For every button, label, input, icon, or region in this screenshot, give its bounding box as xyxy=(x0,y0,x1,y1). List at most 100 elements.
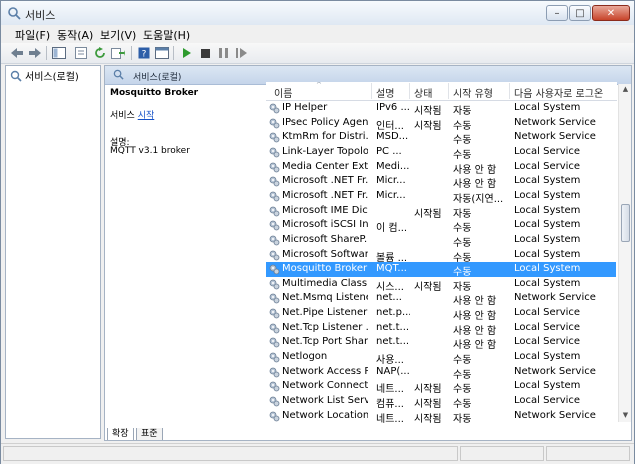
service-name-cell: Network List Servi... xyxy=(282,395,368,406)
table-row[interactable]: Microsoft iSCSI In...이 컴...수동Local Syste… xyxy=(266,218,616,234)
tree-item-services-local[interactable]: 서비스(로컬) xyxy=(10,68,79,83)
show-tree-button[interactable] xyxy=(51,45,67,61)
table-row[interactable]: Microsoft IME Dic... 시작됨 자동 Local System xyxy=(266,204,616,220)
tab-standard[interactable]: 표준 xyxy=(136,428,163,440)
table-row[interactable]: Microsoft .NET Fr... Micr... 자동(지연... Local… xyxy=(266,189,616,205)
table-row-selected[interactable]: Mosquitto Broker MQT... 수동 Local System xyxy=(266,262,616,278)
column-header-logon-as[interactable]: 다음 사용자로 로그온 xyxy=(514,85,603,100)
details-header-label: 서비스(로컬) xyxy=(133,73,182,83)
console-button[interactable] xyxy=(154,45,170,61)
services-icon xyxy=(113,69,124,80)
tab-extended[interactable]: 확장 xyxy=(107,428,134,440)
column-header-startup-type[interactable]: 시작 유형 xyxy=(453,85,493,100)
service-gear-icon xyxy=(269,323,280,334)
service-logon-cell: Local Service xyxy=(514,321,581,333)
details-pane: 서비스(로컬) Mosquitto Broker 서비스 시작 설명: MQTT… xyxy=(104,65,632,441)
status-cell-tertiary xyxy=(546,446,630,461)
table-row[interactable]: IPsec Policy Agent 인터... 시작됨 수동 Network Serv… xyxy=(266,116,616,132)
restart-service-button[interactable] xyxy=(233,45,249,61)
status-cell-secondary xyxy=(460,446,544,461)
service-name-cell: Net.Msmq Listene... xyxy=(282,292,368,304)
maximize-button[interactable]: □ xyxy=(569,5,591,21)
table-row[interactable]: Net.Tcp Listener ... net.t... 사용 안 함 Local … xyxy=(266,321,616,337)
service-description-cell: net.t... xyxy=(376,336,410,348)
stop-service-button[interactable] xyxy=(197,45,213,61)
table-row[interactable]: Net.Msmq Listene...net...사용 안 함Network S… xyxy=(266,291,616,307)
service-name-cell: IP Helper xyxy=(282,102,328,113)
title-bar[interactable]: 서비스 – □ ✕ xyxy=(1,1,634,26)
close-icon: ✕ xyxy=(606,7,616,19)
service-gear-icon xyxy=(269,235,280,246)
table-row[interactable]: Network List Servi...컴퓨...시작됨수동Local Ser… xyxy=(266,394,616,410)
status-bar xyxy=(1,443,634,464)
table-row[interactable]: Media Center Ext...Medi...사용 안 함Local Se… xyxy=(266,160,616,176)
service-description-cell: net... xyxy=(376,292,402,304)
service-description-cell: PC ... xyxy=(376,145,402,157)
service-logon-cell: Local System xyxy=(514,248,581,260)
table-row[interactable]: Net.Pipe Listener ...net.p...사용 안 함Local… xyxy=(266,306,616,322)
console-icon xyxy=(155,47,169,59)
service-logon-cell: Local System xyxy=(514,351,581,363)
service-action-line: 서비스 시작 xyxy=(110,108,154,121)
service-name: Mosquitto Broker xyxy=(110,88,199,98)
service-logon-cell: Local Service xyxy=(514,307,581,319)
table-row[interactable]: KtmRm for Distri... MSD... 수동 Network Servi… xyxy=(266,130,616,146)
service-gear-icon xyxy=(269,294,280,304)
column-header-description[interactable]: 설명 xyxy=(376,85,394,100)
column-header-row: 이름 ^ 설명 상태 시작 유형 다음 사용자로 로그온 xyxy=(266,82,617,101)
pause-service-button[interactable] xyxy=(215,45,231,61)
service-gear-icon xyxy=(269,132,280,143)
table-row[interactable]: Network Access P...NAP(...수동Network Serv… xyxy=(266,365,616,381)
menu-view[interactable]: 보기(V) xyxy=(100,27,136,43)
table-row[interactable]: Microsoft .NET Fr... Micr... 사용 안 함 Local S… xyxy=(266,174,616,190)
service-gear-icon xyxy=(269,162,280,172)
play-icon xyxy=(183,48,191,58)
table-row[interactable]: Network Connecti...네트...시작됨수동Local Syste… xyxy=(266,379,616,395)
table-row[interactable]: Link-Layer Topolo...PC ...수동Local Servic… xyxy=(266,145,616,161)
service-logon-cell: Local System xyxy=(514,175,581,187)
column-header-name[interactable]: 이름 xyxy=(274,85,292,100)
service-action-prefix: 서비스 xyxy=(110,111,138,121)
minimize-button[interactable]: – xyxy=(546,5,568,21)
start-service-button[interactable] xyxy=(179,45,195,61)
refresh-button[interactable] xyxy=(92,45,108,61)
console-tree-pane: 서비스(로컬) xyxy=(5,65,101,439)
maximize-icon: □ xyxy=(575,7,585,19)
svg-text:?: ? xyxy=(142,50,147,60)
back-button[interactable] xyxy=(9,45,25,61)
service-description-cell: 네트... xyxy=(376,413,404,423)
service-description-cell: MSD... xyxy=(376,131,409,143)
service-description-cell: MQT... xyxy=(376,263,407,275)
table-row[interactable]: Multimedia Class ...시스...시작됨자동Local Syst… xyxy=(266,277,616,293)
start-service-link[interactable]: 시작 xyxy=(138,111,155,121)
table-row[interactable]: IP Helper IPv6 ... 시작됨 자동 Local System xyxy=(266,101,616,117)
service-description-cell: NAP(... xyxy=(376,365,410,377)
scroll-down-icon[interactable]: ▼ xyxy=(621,411,630,421)
window-controls: – □ ✕ xyxy=(546,5,630,21)
export-icon xyxy=(111,48,125,59)
table-row[interactable]: Network Location... 네트... 시작됨 자동 Network Ser… xyxy=(266,409,616,423)
close-button[interactable]: ✕ xyxy=(592,5,630,21)
export-button[interactable] xyxy=(110,45,126,61)
table-row[interactable]: Net.Tcp Port Shar... net.t... 사용 안 함 Local … xyxy=(266,335,616,351)
help-button[interactable]: ? xyxy=(136,45,152,61)
service-name-cell: IPsec Policy Agent xyxy=(282,116,368,128)
service-name-cell: Net.Tcp Listener ... xyxy=(282,321,368,333)
scrollbar-thumb[interactable] xyxy=(621,204,630,242)
menu-help[interactable]: 도움말(H) xyxy=(143,27,190,43)
menu-file[interactable]: 파일(F) xyxy=(15,27,50,43)
column-header-status[interactable]: 상태 xyxy=(414,85,432,100)
table-row[interactable]: Microsoft ShareP... 수동 Local System xyxy=(266,233,616,249)
forward-button[interactable] xyxy=(27,45,43,61)
service-logon-cell: Network Service xyxy=(514,292,596,304)
restart-icon xyxy=(235,48,247,58)
service-logon-cell: Local System xyxy=(514,380,581,392)
properties-button[interactable] xyxy=(73,45,89,61)
service-logon-cell: Local System xyxy=(514,102,581,113)
table-row[interactable]: Netlogon 사용... 수동 Local System xyxy=(266,350,616,366)
menu-action[interactable]: 동작(A) xyxy=(57,27,93,43)
scroll-up-icon[interactable]: ▲ xyxy=(621,85,630,95)
service-logon-cell: Local System xyxy=(514,263,581,275)
vertical-scrollbar[interactable]: ▲ ▼ xyxy=(618,84,631,422)
table-row[interactable]: Microsoft Softwar... 볼륨 ... 수동 Local System xyxy=(266,248,616,264)
